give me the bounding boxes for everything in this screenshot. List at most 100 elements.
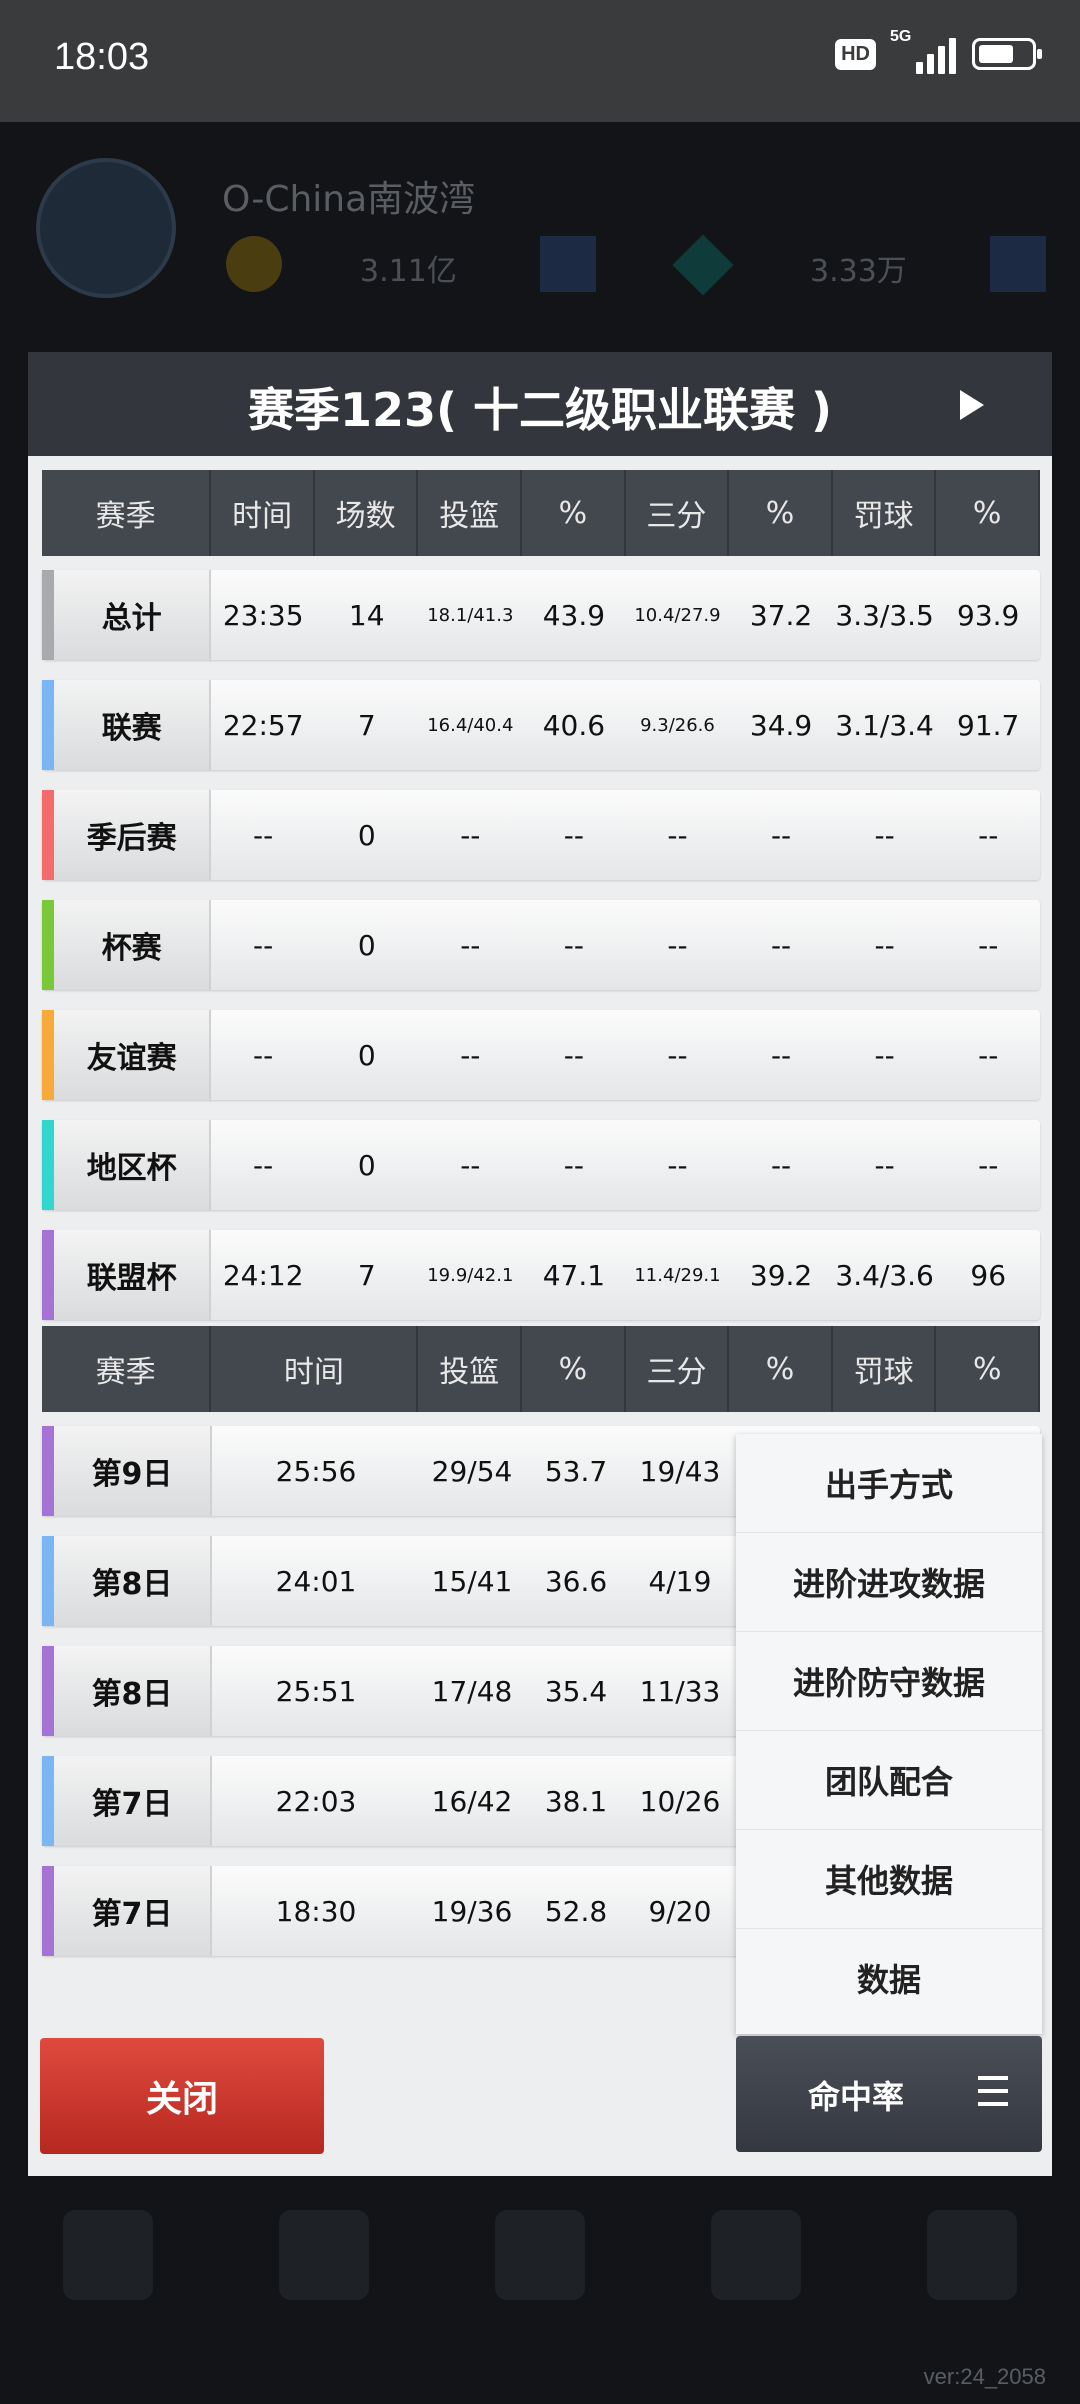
status-bar: 18:03 HD 5G	[0, 0, 1080, 122]
menu-item-data[interactable]: 数据	[736, 1929, 1042, 2027]
version-label: ver:24_2058	[923, 2364, 1046, 2389]
menu-item-other-data[interactable]: 其他数据	[736, 1830, 1042, 1929]
table-cell: 24:12	[222, 1258, 304, 1292]
table-cell: 7	[357, 708, 376, 742]
table-cell: 16/42	[431, 1784, 513, 1818]
table-cell: 19/36	[431, 1894, 513, 1928]
row-label: 第8日	[42, 1536, 212, 1626]
row-label: 友谊赛	[42, 1010, 212, 1100]
column-header: 三分	[626, 470, 730, 556]
table-row[interactable]: 地区杯 -- 0 -- -- -- -- -- --	[42, 1120, 1040, 1210]
table-cell: --	[667, 818, 688, 852]
modal.table1-header: 赛季 时间 场数 投篮% 三分% 罚球%	[42, 470, 1040, 556]
nav-icon	[711, 2210, 801, 2300]
table-cell: 3.3/3.5	[835, 598, 934, 632]
nav-icon	[63, 2210, 153, 2300]
menu-item-advanced-defense[interactable]: 进阶防守数据	[736, 1632, 1042, 1731]
row-label: 第8日	[42, 1646, 212, 1736]
table-cell: --	[978, 928, 999, 962]
table-row[interactable]: 联盟杯 24:12 7 19.9/42.1 47.1 11.4/29.1 39.2 3.4/3…	[42, 1230, 1040, 1320]
shooting-rate-label: 命中率	[808, 2078, 905, 2116]
table-cell: 0	[357, 1148, 376, 1182]
table-cell: 22:03	[275, 1784, 357, 1818]
close-button[interactable]: 关闭	[40, 2038, 324, 2154]
modal-header: 赛季123( 十二级职业联赛 )	[28, 352, 1052, 456]
hd-icon: HD	[835, 38, 876, 70]
row-label: 季后赛	[42, 790, 212, 880]
row-label: 总计	[42, 570, 212, 660]
table-cell: 52.8	[544, 1894, 608, 1928]
column-header: %	[522, 470, 626, 556]
column-header: 三分	[626, 1326, 730, 1412]
column-header: 场数	[315, 470, 419, 556]
table-cell: 9/20	[648, 1894, 712, 1928]
column-header: 投篮	[418, 470, 523, 556]
table-cell: 23:35	[222, 598, 304, 632]
column-header: %	[522, 1326, 626, 1412]
shooting-rate-button[interactable]: 命中率	[736, 2036, 1042, 2152]
signal-icon: 5G	[890, 28, 956, 74]
table-cell: --	[460, 1148, 481, 1182]
table-row[interactable]: 友谊赛 -- 0 -- -- -- -- -- --	[42, 1010, 1040, 1100]
table-cell: 16.4/40.4	[427, 714, 514, 736]
bottom-nav	[0, 2180, 1080, 2404]
table-cell: 19/43	[639, 1454, 721, 1488]
table-cell: 93.9	[957, 598, 1020, 632]
gem-value: 3.33万	[810, 254, 907, 289]
stats-modal: 赛季123( 十二级职业联赛 ) 赛季 时间 场数 投篮% 三分% 罚球% 总计 23:35 1…	[28, 352, 1052, 2176]
table-cell: --	[874, 818, 895, 852]
table-cell: --	[253, 928, 274, 962]
row-label: 地区杯	[42, 1120, 212, 1210]
table-cell: --	[874, 1148, 895, 1182]
table-cell: 29/54	[431, 1454, 513, 1488]
table-cell: 25:51	[275, 1674, 357, 1708]
table-cell: 4/19	[648, 1564, 712, 1598]
coin-value: 3.11亿	[360, 254, 457, 289]
table-cell: 37.2	[749, 598, 813, 632]
table-cell: --	[563, 818, 584, 852]
table-row[interactable]: 总计 23:35 14 18.1/41.3 43.9 10.4/27.9 37.2 3.3/3…	[42, 570, 1040, 660]
nav-icon	[279, 2210, 369, 2300]
table-cell: 36.6	[544, 1564, 608, 1598]
table-cell: 38.1	[544, 1784, 608, 1818]
avatar	[36, 158, 176, 298]
table-cell: --	[770, 928, 792, 962]
menu-item-teamwork[interactable]: 团队配合	[736, 1731, 1042, 1830]
table-cell: 91.7	[957, 708, 1020, 742]
table-cell: --	[563, 928, 584, 962]
row-label: 联盟杯	[42, 1230, 212, 1320]
menu-item-advanced-offense[interactable]: 进阶进攻数据	[736, 1533, 1042, 1632]
table-cell: 40.6	[542, 708, 606, 742]
table-cell: 14	[348, 598, 385, 632]
table-cell: 10.4/27.9	[634, 604, 721, 626]
table-row[interactable]: 季后赛 -- 0 -- -- -- -- -- --	[42, 790, 1040, 880]
table-cell: --	[667, 928, 688, 962]
table-cell: 22:57	[222, 708, 304, 742]
table-cell: 7	[357, 1258, 376, 1292]
table-cell: --	[460, 928, 481, 962]
column-header: %	[936, 1326, 1041, 1412]
table-cell: --	[874, 1038, 895, 1072]
table-cell: --	[253, 1148, 274, 1182]
stats-type-menu: 出手方式 进阶进攻数据 进阶防守数据 团队配合 其他数据 数据	[736, 1434, 1042, 2034]
add-gem-button	[990, 236, 1046, 292]
table-cell: --	[978, 1148, 999, 1182]
table-cell: 0	[357, 928, 376, 962]
menu-item-shot-type[interactable]: 出手方式	[736, 1434, 1042, 1533]
table-cell: --	[874, 928, 895, 962]
table-row[interactable]: 杯赛 -- 0 -- -- -- -- -- --	[42, 900, 1040, 990]
table-cell: --	[253, 1038, 274, 1072]
table-cell: --	[978, 818, 999, 852]
add-coin-button	[540, 236, 596, 292]
play-icon[interactable]	[960, 390, 984, 420]
row-label: 第9日	[42, 1426, 212, 1516]
status-time: 18:03	[54, 36, 150, 78]
menu-icon	[978, 2076, 1008, 2106]
table-cell: --	[770, 1038, 792, 1072]
row-label: 第7日	[42, 1756, 212, 1846]
table-row[interactable]: 联赛 22:57 7 16.4/40.4 40.6 9.3/26.6 34.9 3.1/3.4…	[42, 680, 1040, 770]
table-cell: 25:56	[275, 1454, 357, 1488]
column-header: %	[936, 470, 1040, 556]
table-cell: 0	[357, 1038, 376, 1072]
table-cell: 47.1	[542, 1258, 606, 1292]
